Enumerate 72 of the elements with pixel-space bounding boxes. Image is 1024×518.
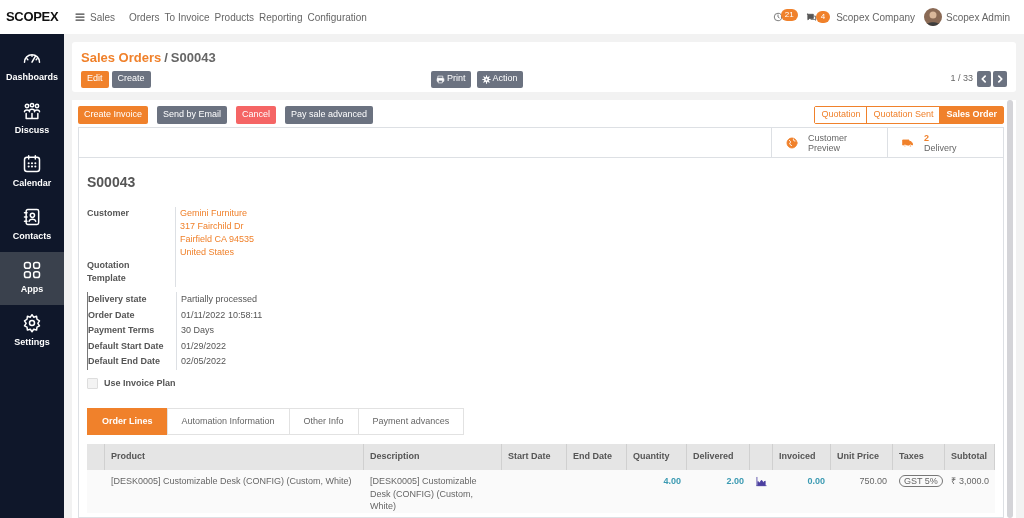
sidebar-item[interactable]: Discuss [0,93,64,146]
calendar-icon [22,154,42,175]
table-cell: [DESK0005] Customizable Desk (CONFIG) (Custom, White) [111,475,352,488]
sidebar-item[interactable]: Settings [0,305,64,358]
delivery-smart-button[interactable]: 2 Delivery [887,128,1003,157]
action-button[interactable]: Action [476,70,523,88]
checkbox[interactable] [87,377,98,389]
tab[interactable]: Payment advances [357,408,465,435]
field-value: 01/29/2022 [181,339,228,353]
field-value: Partially processed [181,293,259,306]
menu-icon [74,11,86,23]
pager-value: 1 / 33 [950,72,973,86]
delivery-count: 2 [924,132,930,143]
previous-icon [977,71,991,87]
breadcrumb-separator: / [164,49,168,67]
checkbox-label: Use Invoice Plan [104,376,176,390]
printer-icon [436,74,445,84]
smart-button-label: Delivery [924,142,958,153]
next-icon [993,71,1007,87]
tab[interactable]: Automation Information [166,408,290,435]
field-label: Quotation Template [87,259,131,285]
table-cell: 4.00 [663,475,681,488]
table-cell-text: [DESK0005] Customizable Desk (CONFIG) (Custom, White) [370,475,478,513]
create-button[interactable]: Create [111,70,151,88]
customer-preview-button[interactable]: Customer Preview [771,128,887,157]
menu-item[interactable]: Reporting [259,9,303,25]
clock-icon [772,12,783,22]
people-icon [22,101,42,122]
action-button[interactable]: Send by Email [157,105,228,124]
globe-icon [786,136,798,149]
field-label: Delivery state [88,293,148,306]
sidebar-item[interactable]: Dashboards [0,40,64,93]
menu-item[interactable]: Orders [129,9,160,25]
app-name: Sales [90,10,115,25]
sidebar-item[interactable]: Apps [0,252,64,305]
chat-icon [805,11,817,23]
field-value: 30 Days [181,324,216,337]
settings-icon [22,313,42,334]
field-label: Order Date [88,308,136,322]
field-value: 02/05/2022 [181,355,228,368]
gear-icon [481,74,491,84]
breadcrumb-current: S00043 [170,49,216,67]
contact-book-icon [22,207,42,228]
company-name[interactable]: Scopex Company [836,9,916,25]
notification-badge: 4 [815,11,831,23]
smart-button-label: Customer Preview [808,132,848,153]
avatar[interactable] [924,8,943,26]
record-title: S00043 [87,173,137,192]
table-cell: 750.00 [859,475,887,488]
field-value: 01/11/2022 10:58:11 [181,308,263,322]
field-label: Customer [87,207,130,220]
menu-item[interactable]: Products [214,9,255,25]
area-chart-icon [756,476,767,487]
user-name[interactable]: Scopex Admin [946,9,1010,25]
tab[interactable]: Other Info [288,408,359,435]
print-button[interactable]: Print [431,70,471,88]
menu-item[interactable]: To Invoice [164,9,210,25]
logo: SCOPEX [6,8,60,27]
table-cell: 0.00 [807,475,825,488]
table-cell: ₹ 3,000.0 [951,475,989,488]
table-cell: 2.00 [726,475,744,488]
menu-item[interactable]: Configuration [307,9,367,25]
sidebar-item[interactable]: Calendar [0,146,64,199]
field-label: Default Start Date [88,339,165,353]
field-label: Payment Terms [88,324,156,337]
notification-badge: 21 [780,8,798,21]
field-label: Default End Date [88,355,161,368]
sidebar-item[interactable]: Contacts [0,199,64,252]
action-button[interactable]: Pay sale advanced [285,105,374,124]
apps-grid-icon [22,260,42,281]
truck-icon [902,136,914,149]
scrollbar[interactable] [1007,100,1013,518]
